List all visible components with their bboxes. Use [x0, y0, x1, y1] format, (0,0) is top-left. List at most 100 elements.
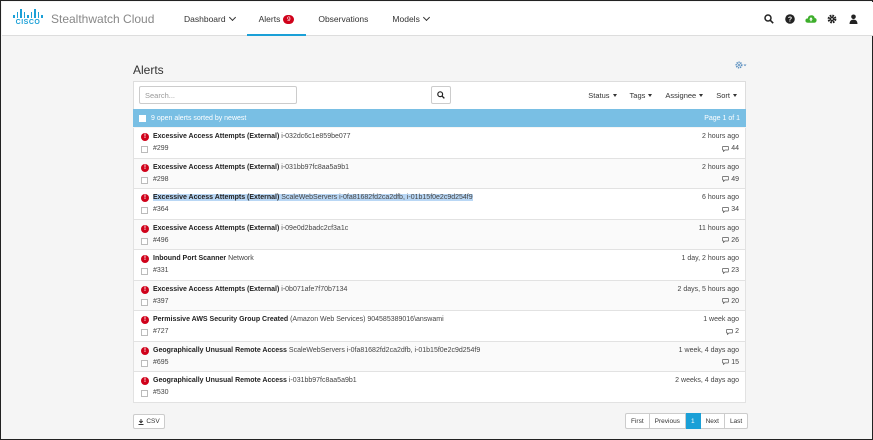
alert-row[interactable]: ! Excessive Access Attempts (External) Sc…	[133, 189, 746, 220]
nav-models[interactable]: Models	[380, 2, 440, 36]
pager-page-1[interactable]: 1	[685, 413, 701, 429]
cisco-logo[interactable]: CISCO	[12, 9, 44, 29]
alert-checkbox[interactable]	[141, 359, 148, 367]
nav-observations[interactable]: Observations	[306, 2, 380, 36]
logo-text: CISCO	[15, 19, 41, 26]
alert-subject: i-032dc6c1e859be077	[281, 133, 351, 140]
alerts-count-badge: 9	[283, 14, 295, 24]
comment-icon	[722, 145, 730, 152]
pager-next[interactable]: Next	[700, 413, 725, 429]
alert-id: #695	[153, 358, 169, 366]
comment-count: 20	[731, 297, 739, 305]
alert-subject: Network	[228, 255, 254, 262]
pager-first[interactable]: First	[625, 413, 650, 429]
alert-title-link[interactable]: Permissive AWS Security Group Created (A…	[153, 316, 444, 323]
alert-exclamation-icon: !	[141, 316, 149, 324]
alert-title-link[interactable]: Geographically Unusual Remote Access i-0…	[153, 377, 357, 384]
status-filter[interactable]: Status	[588, 90, 617, 100]
alert-checkbox[interactable]	[141, 329, 148, 336]
alert-title-link[interactable]: Excessive Access Attempts (External) i-0…	[153, 164, 349, 171]
alert-row[interactable]: ! Permissive AWS Security Group Created (…	[133, 311, 746, 342]
alert-id: #299	[153, 145, 169, 152]
nav-alerts[interactable]: Alerts 9	[246, 2, 307, 36]
alert-row[interactable]: ! Excessive Access Attempts (External) i-…	[133, 128, 746, 159]
filter-bar: Status Tags Assignee Sort	[588, 82, 737, 108]
comment-count: 44	[731, 145, 739, 152]
alert-comments[interactable]: 20	[722, 298, 739, 305]
alert-title-link[interactable]: Inbound Port Scanner Network	[153, 255, 254, 262]
cloud-upload-icon[interactable]	[805, 13, 817, 25]
alert-comments[interactable]: 15	[722, 359, 739, 366]
alert-comments[interactable]: 2	[726, 328, 739, 335]
page-info: Page 1 of 1	[704, 114, 740, 122]
alert-comments[interactable]: 26	[722, 237, 739, 244]
alert-comments[interactable]: 34	[722, 206, 739, 213]
nav-dashboard-label: Dashboard	[184, 14, 226, 24]
alert-title-link[interactable]: Geographically Unusual Remote Access Sca…	[153, 347, 480, 354]
pager-previous[interactable]: Previous	[649, 413, 686, 429]
status-filter-label: Status	[588, 90, 610, 100]
alert-title: Excessive Access Attempts (External)	[153, 163, 280, 171]
alert-row[interactable]: ! Geographically Unusual Remote Access i-…	[133, 372, 746, 403]
alert-exclamation-icon: !	[141, 133, 149, 141]
comment-count: 49	[731, 175, 739, 183]
alert-title-link[interactable]: Excessive Access Attempts (External) i-0…	[153, 225, 348, 232]
alert-comments[interactable]: 49	[722, 176, 739, 183]
assignee-filter[interactable]: Assignee	[665, 91, 704, 100]
alert-time: 2 weeks, 4 days ago	[675, 377, 739, 384]
alert-row[interactable]: ! Inbound Port Scanner Network #331 1 day, …	[133, 250, 746, 281]
tags-filter[interactable]: Tags	[630, 91, 653, 100]
alert-checkbox[interactable]	[141, 237, 148, 245]
search-icon[interactable]	[763, 13, 775, 25]
alert-subject: (Amazon Web Services) 904585389016\answa…	[290, 316, 444, 323]
gear-icon[interactable]	[826, 13, 838, 25]
alert-time: 2 hours ago	[702, 163, 739, 171]
alert-time: 1 day, 2 hours ago	[681, 255, 739, 262]
alert-title: Excessive Access Attempts (External)	[153, 224, 280, 232]
select-all-checkbox[interactable]	[139, 114, 146, 122]
alert-checkbox[interactable]	[141, 298, 148, 306]
comment-icon	[726, 328, 733, 335]
alert-subject: i-031bb97fc8aa5a9b1	[281, 163, 350, 171]
alert-title-link[interactable]: Excessive Access Attempts (External) i-0…	[153, 133, 351, 140]
comment-icon	[722, 298, 730, 304]
alerts-toolbar: Status Tags Assignee Sort	[133, 81, 746, 109]
alert-comments[interactable]: 44	[722, 145, 739, 152]
alert-subject: i-09e0d2badc2cf3a1c	[281, 224, 349, 232]
settings-dropdown[interactable]	[735, 61, 747, 71]
csv-export-button[interactable]: CSV	[133, 414, 165, 429]
user-icon[interactable]	[847, 13, 859, 25]
sort-filter[interactable]: Sort	[716, 91, 737, 100]
alert-id: #397	[153, 297, 169, 305]
alert-checkbox[interactable]	[141, 176, 148, 184]
page-title: Alerts	[133, 63, 164, 77]
tags-filter-label: Tags	[629, 90, 646, 100]
alert-checkbox[interactable]	[141, 207, 148, 214]
alert-comments[interactable]: 23	[722, 267, 739, 274]
pager-last[interactable]: Last	[724, 413, 749, 429]
alert-time: 11 hours ago	[698, 224, 739, 232]
caret-down-icon	[733, 93, 737, 97]
download-icon	[138, 418, 144, 425]
alert-row[interactable]: ! Excessive Access Attempts (External) i-…	[133, 219, 746, 250]
alert-row[interactable]: ! Geographically Unusual Remote Access Sc…	[133, 341, 746, 372]
comment-icon	[722, 267, 730, 274]
top-icons: ?	[763, 13, 859, 25]
alert-checkbox[interactable]	[141, 390, 148, 397]
chevron-down-icon	[422, 13, 430, 22]
alert-checkbox[interactable]	[141, 146, 148, 153]
alert-row[interactable]: ! Excessive Access Attempts (External) i-…	[133, 280, 746, 311]
alert-id: #364	[153, 206, 169, 213]
alert-exclamation-icon: !	[141, 377, 149, 385]
pagination: First Previous 1 Next Last	[625, 413, 749, 429]
alert-title-link[interactable]: Excessive Access Attempts (External) i-0…	[153, 286, 347, 293]
search-input[interactable]	[139, 86, 297, 104]
search-button[interactable]	[431, 86, 451, 104]
top-nav: CISCO Stealthwatch Cloud Dashboard Alert…	[2, 2, 873, 36]
alert-row[interactable]: ! Excessive Access Attempts (External) i-…	[133, 158, 746, 189]
alert-time: 1 week, 4 days ago	[678, 346, 739, 354]
nav-dashboard[interactable]: Dashboard	[172, 2, 247, 36]
alert-title-link[interactable]: Excessive Access Attempts (External) Sca…	[153, 194, 473, 201]
help-icon[interactable]: ?	[784, 13, 796, 25]
alert-checkbox[interactable]	[141, 268, 148, 275]
